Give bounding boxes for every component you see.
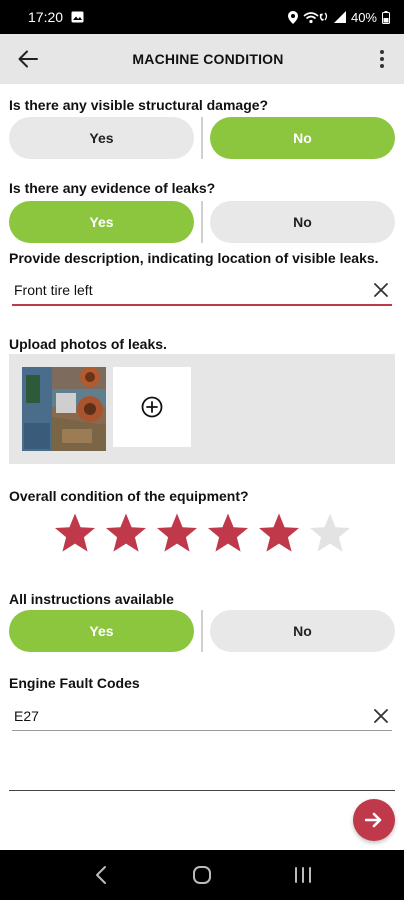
signal-icon <box>333 11 346 23</box>
battery-icon <box>382 10 390 24</box>
leak-description-field[interactable]: Front tire left <box>12 276 392 306</box>
page-title: MACHINE CONDITION <box>132 51 284 67</box>
leaks-yes-button[interactable]: Yes <box>9 201 194 243</box>
status-time: 17:20 <box>28 9 64 25</box>
structural-damage-yes-button[interactable]: Yes <box>9 117 194 159</box>
status-bar: 17:20 40% <box>0 0 404 34</box>
photo-upload-area <box>9 354 395 464</box>
toggle-divider <box>201 117 203 159</box>
rating-star-3[interactable] <box>156 512 198 554</box>
back-button[interactable] <box>0 34 56 84</box>
arrow-back-icon <box>18 50 38 68</box>
form-content: Is there any visible structural damage? … <box>0 84 404 850</box>
nav-recents-button[interactable] <box>283 855 323 895</box>
structural-damage-no-button[interactable]: No <box>210 117 395 159</box>
instructions-label: All instructions available <box>9 591 174 607</box>
condition-rating <box>54 512 351 554</box>
nav-home-button[interactable] <box>182 855 222 895</box>
close-icon <box>374 283 388 297</box>
leaks-no-button[interactable]: No <box>210 201 395 243</box>
toggle-divider <box>201 201 203 243</box>
leak-description-label: Provide description, indicating location… <box>9 250 379 266</box>
structural-damage-toggle: Yes No <box>9 117 395 159</box>
add-photo-button[interactable] <box>113 367 191 447</box>
leak-description-value: Front tire left <box>14 282 93 298</box>
toggle-divider <box>201 610 203 652</box>
battery-percentage: 40% <box>350 9 377 25</box>
fault-codes-label: Engine Fault Codes <box>9 675 140 691</box>
back-nav-icon <box>95 866 106 884</box>
leak-photo-thumbnail[interactable] <box>22 367 106 451</box>
instructions-no-button[interactable]: No <box>210 610 395 652</box>
arrow-forward-icon <box>365 812 382 828</box>
rating-star-4[interactable] <box>207 512 249 554</box>
clear-leak-description-button[interactable] <box>370 279 392 301</box>
location-icon <box>287 10 298 24</box>
leaks-toggle: Yes No <box>9 201 395 243</box>
rating-star-5[interactable] <box>258 512 300 554</box>
clear-fault-codes-button[interactable] <box>370 705 392 727</box>
close-icon <box>374 708 388 723</box>
add-circle-icon <box>141 396 163 418</box>
nav-back-button[interactable] <box>81 855 121 895</box>
divider <box>9 790 395 791</box>
fault-codes-field[interactable]: E27 <box>12 701 392 731</box>
app-bar: MACHINE CONDITION <box>0 34 404 84</box>
rating-star-6[interactable] <box>309 512 351 554</box>
instructions-yes-button[interactable]: Yes <box>9 610 194 652</box>
next-button[interactable] <box>353 799 395 841</box>
structural-damage-label: Is there any visible structural damage? <box>9 97 269 113</box>
more-options-button[interactable] <box>360 34 404 84</box>
instructions-toggle: Yes No <box>9 610 395 652</box>
image-icon <box>71 11 84 23</box>
rating-star-1[interactable] <box>54 512 96 554</box>
leak-photos-label: Upload photos of leaks. <box>9 336 167 352</box>
more-vertical-icon <box>380 50 384 68</box>
leaks-label: Is there any evidence of leaks? <box>9 180 216 196</box>
overall-condition-label: Overall condition of the equipment? <box>9 488 249 504</box>
system-nav-bar <box>0 850 404 900</box>
recents-nav-icon <box>295 867 312 883</box>
fault-codes-value: E27 <box>14 707 39 724</box>
wifi-calling-icon <box>303 11 329 24</box>
home-nav-icon <box>192 866 211 884</box>
rating-star-2[interactable] <box>105 512 147 554</box>
